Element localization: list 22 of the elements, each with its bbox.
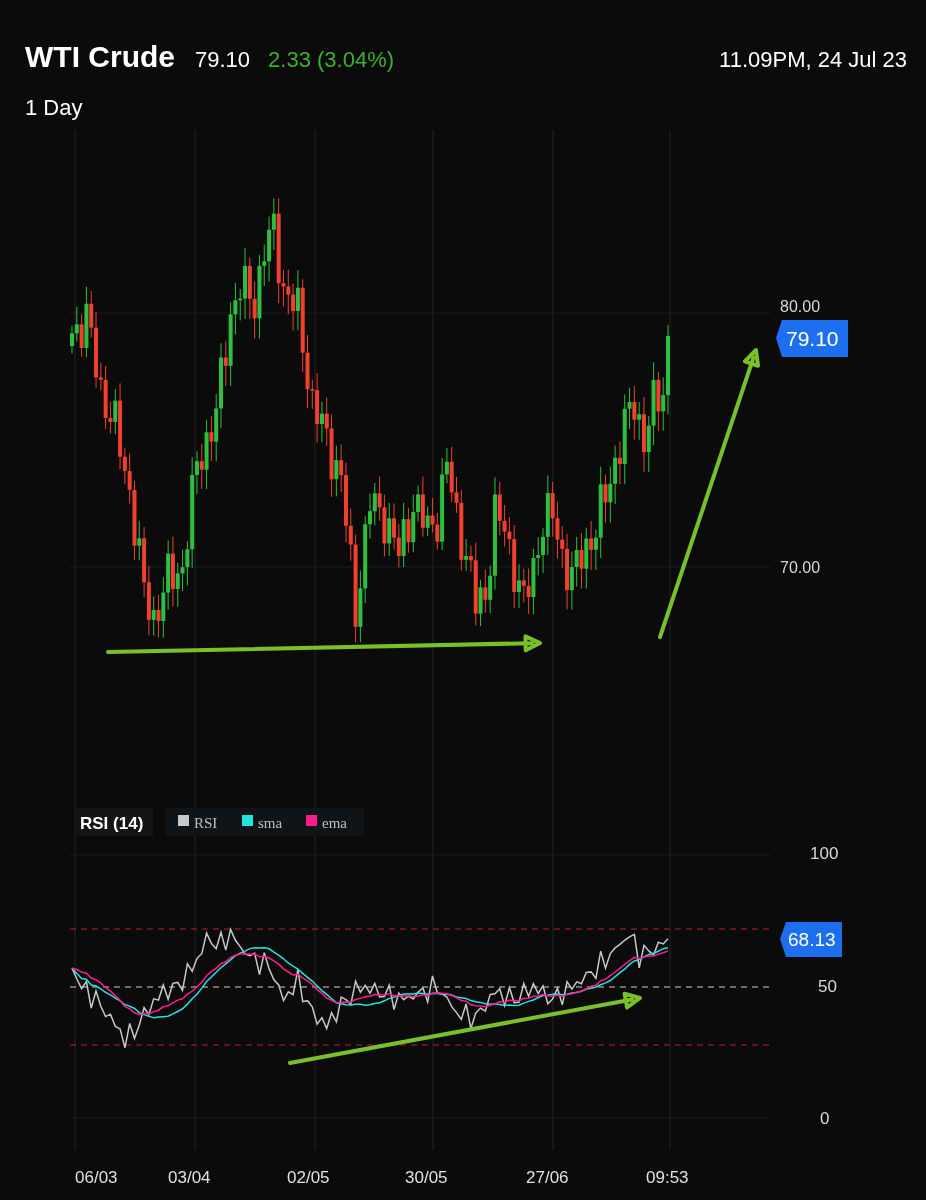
legend-label: ema	[322, 815, 347, 831]
price-change: 2.33 (3.04%)	[268, 46, 395, 74]
rsi-value-tag: 68.13	[780, 922, 842, 957]
rsi-axis-label: 50	[818, 977, 837, 996]
date-axis-label: 02/05	[287, 1168, 330, 1187]
date-axis-label: 30/05	[405, 1168, 448, 1187]
legend-label: RSI	[194, 815, 218, 831]
date-axis-label: 03/04	[168, 1168, 211, 1187]
last-price: 79.10	[195, 46, 251, 74]
rsi-axis-label: 100	[810, 844, 839, 863]
instrument-title: WTI Crude	[25, 39, 175, 75]
rsi-axis-label: 0	[820, 1109, 830, 1128]
timestamp: 11.09PM, 24 Jul 23	[719, 46, 907, 74]
candlestick-chart: 80.00 70.00 79.10 RSI (14) RSI sma ema 100 50 0 68.13 06/03 03/04 02/05 30/05 27/06 09:53	[0, 130, 926, 1200]
last-price-tag: 79.10	[776, 320, 848, 357]
price-axis-label: 80.00	[780, 298, 821, 315]
date-axis-label: 09:53	[646, 1168, 689, 1187]
date-axis-label: 27/06	[526, 1168, 569, 1187]
date-axis-label: 06/03	[75, 1168, 118, 1187]
legend-label: sma	[258, 815, 283, 831]
price-axis-label: 70.00	[780, 559, 821, 576]
interval-label: 1 Day	[25, 94, 83, 122]
